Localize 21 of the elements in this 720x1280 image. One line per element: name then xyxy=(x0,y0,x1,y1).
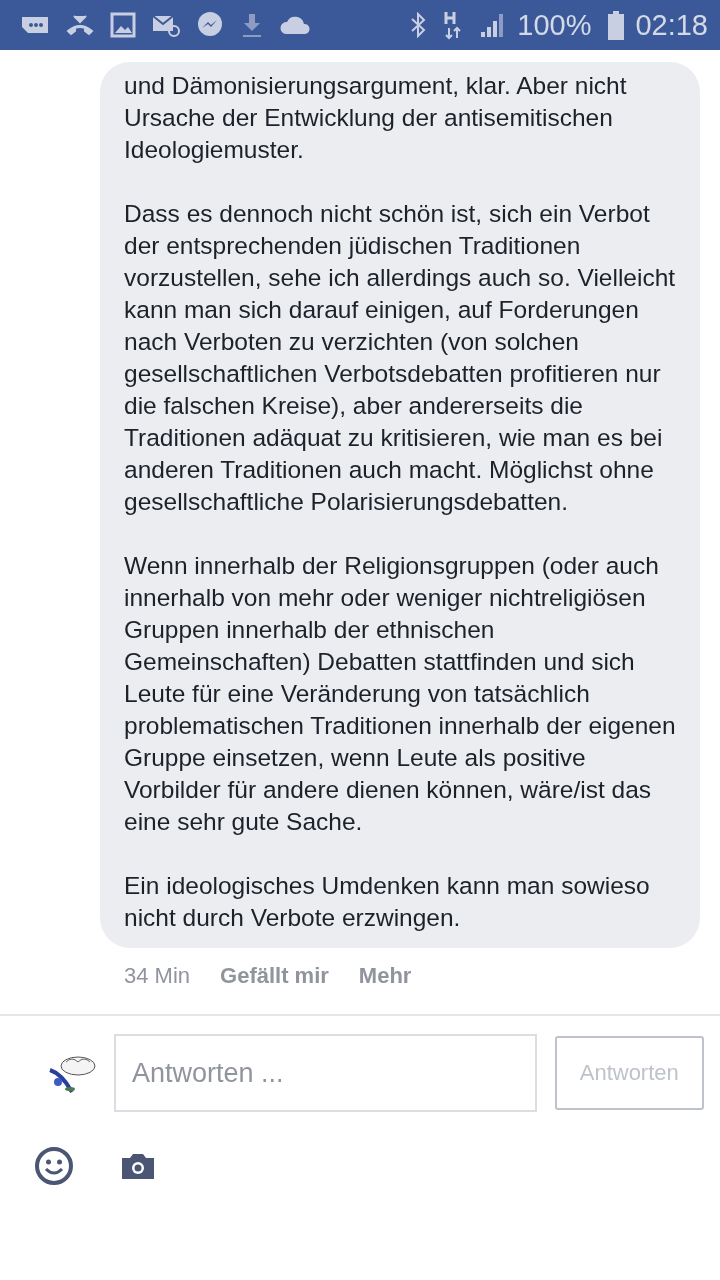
comment-paragraph: und Dämonisierungsargument, klar. Aber nicht Ursache der Entwicklung der antisemitischen Ideologiemuster. xyxy=(124,71,628,165)
bluetooth-icon xyxy=(409,12,428,38)
email-icon xyxy=(152,13,180,37)
comment-paragraph: Dass es dennoch nicht schön ist, sich ein Verbot der entsprechenden jüdischen Traditionen vorzustellen, sehe ich allerdings auch so. Vielleicht kann man sich darauf einigen, auf Forderungen nach Verboten zu verzichten (von solchen gesellschaftlichen Verbotsdebatten profitieren nur die falschen Kreise), aber andererseits die Traditionen adäquat zu kritisieren, wie man es bei anderen Traditionen auch macht. Möglichst ohne gesellschaftliche Polarisierungsdebatten. xyxy=(124,199,677,517)
comment-paragraph: Ein ideologisches Umdenken kann man sowieso nicht durch Verbote erzwingen. xyxy=(124,871,651,933)
comment-paragraph: Wenn innerhalb der Religionsgruppen (oder auch innerhalb von mehr oder weniger nichtreligiösen Gruppen innerhalb der ethnischen Gemeinschaften) Debatten stattfinden und sich Leute für eine Veränderung von tatsächlich problematischen Traditionen innerhalb der eigenen Gruppe einsetzen, wenn Leute als positive Vorbilder für andere dienen können, wäre/ist das eine sehr gute Sache. xyxy=(124,551,677,837)
cloud-icon xyxy=(280,14,312,36)
reply-button[interactable]: Antworten xyxy=(554,1036,704,1110)
comment-time: 34 Min xyxy=(124,963,191,989)
camera-icon[interactable] xyxy=(120,1151,156,1181)
image-icon xyxy=(110,12,136,38)
download-icon xyxy=(240,12,264,38)
battery-percentage: 100% xyxy=(517,8,592,42)
more-link[interactable]: Mehr xyxy=(358,963,412,989)
missed-call-icon xyxy=(66,13,94,37)
battery-icon xyxy=(607,10,626,40)
like-link[interactable]: Gefällt mir xyxy=(220,963,329,989)
reply-input[interactable]: Antworten ... xyxy=(114,1034,537,1112)
emoji-icon[interactable] xyxy=(34,1146,74,1186)
clock: 02:18 xyxy=(635,8,708,42)
messenger-icon xyxy=(196,11,224,39)
